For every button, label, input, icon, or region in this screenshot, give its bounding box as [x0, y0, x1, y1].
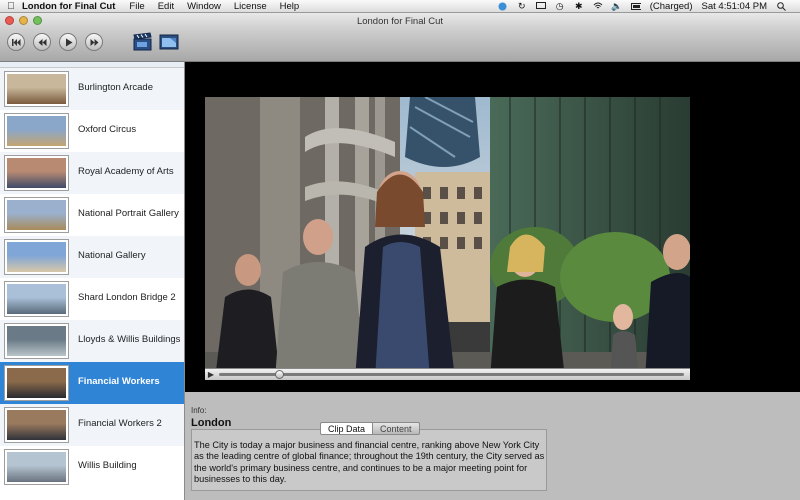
display-icon[interactable]: [535, 2, 546, 11]
menu-window[interactable]: Window: [187, 1, 221, 12]
battery-status: (Charged): [649, 0, 693, 12]
toolbar: [0, 29, 800, 62]
location-description: The City is today a major business and f…: [194, 440, 545, 485]
app-window: London for Final Cut Burlington Arcade O…: [0, 13, 800, 500]
menu-license[interactable]: License: [234, 1, 267, 12]
location-title: London: [191, 417, 232, 429]
play-button[interactable]: [59, 33, 77, 51]
clip-thumbnail: [4, 71, 69, 107]
play-icon: [65, 38, 72, 46]
clip-list-item-label: Shard London Bridge 2: [78, 292, 176, 303]
video-viewer: ▶: [185, 62, 800, 392]
apple-menu-icon[interactable]: : [0, 1, 22, 12]
clip-list-item-label: Financial Workers 2: [78, 418, 162, 429]
tab-content[interactable]: Content: [373, 422, 420, 435]
sync-icon[interactable]: ↻: [517, 1, 527, 11]
time-machine-icon[interactable]: ◷: [555, 1, 565, 11]
video-still-image: [205, 97, 690, 379]
clip-thumbnail: [4, 323, 69, 359]
info-tabs: Clip Data Content: [320, 422, 420, 435]
fast-forward-icon: [90, 38, 98, 46]
scrubber-track[interactable]: [219, 370, 684, 379]
menu-help[interactable]: Help: [280, 1, 300, 12]
zoom-window-button[interactable]: [33, 16, 42, 25]
clip-list-item-label: Royal Academy of Arts: [78, 166, 174, 177]
menu-bar:  London for Final Cut File Edit Window …: [0, 0, 800, 13]
clip-thumbnail: [4, 197, 69, 233]
clip-browser-icon[interactable]: [159, 32, 179, 51]
clip-thumbnail: [4, 365, 69, 401]
clip-list-item-label: Lloyds & Willis Buildings: [78, 334, 181, 345]
video-frame[interactable]: [205, 97, 690, 379]
clip-list-item-label: Burlington Arcade: [78, 82, 153, 93]
clip-list-item[interactable]: National Gallery: [0, 236, 184, 278]
clip-list-item[interactable]: Financial Workers 2: [0, 404, 184, 446]
clip-list-item[interactable]: Oxford Circus: [0, 110, 184, 152]
clip-list-item[interactable]: Shard London Bridge 2: [0, 278, 184, 320]
clip-list-item[interactable]: National Portrait Gallery: [0, 194, 184, 236]
clip-thumbnail: [4, 449, 69, 485]
skip-back-icon: [11, 38, 20, 46]
fast-forward-button[interactable]: [85, 33, 103, 51]
minimize-window-button[interactable]: [19, 16, 28, 25]
clip-thumbnail: [4, 113, 69, 149]
bluetooth-icon[interactable]: ✱: [574, 1, 584, 11]
rewind-icon: [38, 38, 46, 46]
clip-list-item[interactable]: Burlington Arcade: [0, 68, 184, 110]
clip-thumbnail: [4, 155, 69, 191]
skype-icon[interactable]: [498, 2, 508, 11]
main-pane: ▶ Info: London Clip Data Content The Cit…: [185, 62, 800, 500]
scrubber-play-icon[interactable]: ▶: [205, 370, 217, 379]
clip-list[interactable]: Burlington Arcade Oxford Circus Royal Acad…: [0, 62, 185, 500]
clip-thumbnail: [4, 281, 69, 317]
playback-scrubber[interactable]: ▶: [205, 368, 690, 380]
wifi-icon[interactable]: [593, 2, 603, 11]
battery-icon[interactable]: [630, 2, 641, 11]
clip-list-item-label: Financial Workers: [78, 376, 160, 387]
clip-list-item[interactable]: Financial Workers: [0, 362, 184, 404]
clip-list-item-label: National Gallery: [78, 250, 146, 261]
clip-list-item-label: National Portrait Gallery: [78, 208, 179, 219]
close-window-button[interactable]: [5, 16, 14, 25]
volume-icon[interactable]: 🔈: [611, 1, 622, 11]
menubar-clock[interactable]: Sat 4:51:04 PM: [702, 1, 767, 12]
info-label: Info:: [191, 406, 207, 415]
export-to-final-cut-icon[interactable]: [133, 32, 153, 51]
clip-list-item[interactable]: Lloyds & Willis Buildings: [0, 320, 184, 362]
rewind-button[interactable]: [33, 33, 51, 51]
menu-file[interactable]: File: [129, 1, 144, 12]
clip-list-item-label: Willis Building: [78, 460, 137, 471]
clip-list-item-label: Oxford Circus: [78, 124, 137, 135]
menu-edit[interactable]: Edit: [158, 1, 174, 12]
spotlight-icon[interactable]: [776, 1, 786, 11]
clip-list-item[interactable]: Willis Building: [0, 446, 184, 488]
window-title: London for Final Cut: [356, 15, 444, 27]
tab-clip-data[interactable]: Clip Data: [320, 422, 374, 435]
app-menu[interactable]: London for Final Cut: [22, 1, 115, 12]
scrubber-handle[interactable]: [275, 370, 285, 379]
skip-to-start-button[interactable]: [7, 33, 25, 51]
clip-thumbnail: [4, 239, 69, 275]
clip-list-item[interactable]: Royal Academy of Arts: [0, 152, 184, 194]
clip-thumbnail: [4, 407, 69, 443]
window-titlebar: London for Final Cut: [0, 13, 800, 29]
